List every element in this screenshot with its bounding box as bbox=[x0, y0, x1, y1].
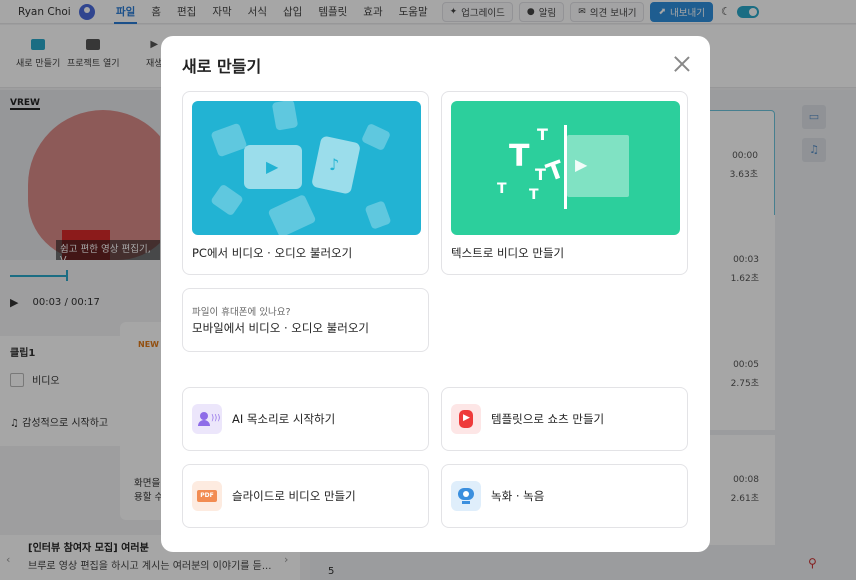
webcam-icon bbox=[451, 481, 481, 511]
record-label: 녹화 · 녹음 bbox=[491, 489, 545, 503]
close-icon[interactable] bbox=[672, 54, 692, 74]
shorts-icon: ▶ bbox=[451, 404, 481, 434]
mobile-import-label: 모바일에서 비디오 · 오디오 불러오기 bbox=[192, 321, 369, 335]
text-to-video-label: 텍스트로 비디오 만들기 bbox=[451, 246, 565, 260]
ai-voice-label: AI 목소리로 시작하기 bbox=[232, 412, 336, 426]
template-shorts-label: 템플릿으로 쇼츠 만들기 bbox=[491, 412, 605, 426]
mobile-import-subtitle: 파일이 휴대폰에 있나요? bbox=[192, 307, 291, 318]
slides-label: 슬라이드로 비디오 만들기 bbox=[232, 489, 356, 503]
dialog-title: 새로 만들기 bbox=[182, 57, 262, 76]
text-to-video-thumbnail: ▶ T T T T T T bbox=[451, 101, 680, 235]
record-card[interactable]: 녹화 · 녹음 bbox=[441, 464, 688, 528]
new-project-dialog: 새로 만들기 ▶ ♪ PC에서 비디오 · 오디오 불러오기 ▶ T T T T… bbox=[161, 36, 710, 552]
slides-card[interactable]: PDF 슬라이드로 비디오 만들기 bbox=[182, 464, 429, 528]
pc-import-card[interactable]: ▶ ♪ PC에서 비디오 · 오디오 불러오기 bbox=[182, 91, 429, 275]
ai-voice-card[interactable]: ))) AI 목소리로 시작하기 bbox=[182, 387, 429, 451]
text-to-video-card[interactable]: ▶ T T T T T T 텍스트로 비디오 만들기 bbox=[441, 91, 688, 275]
pc-import-label: PC에서 비디오 · 오디오 불러오기 bbox=[192, 246, 353, 260]
mobile-import-card[interactable]: 파일이 휴대폰에 있나요? 모바일에서 비디오 · 오디오 불러오기 bbox=[182, 288, 429, 352]
template-shorts-card[interactable]: ▶ 템플릿으로 쇼츠 만들기 bbox=[441, 387, 688, 451]
pc-import-thumbnail: ▶ ♪ bbox=[192, 101, 421, 235]
ai-voice-icon: ))) bbox=[192, 404, 222, 434]
pdf-icon: PDF bbox=[192, 481, 222, 511]
